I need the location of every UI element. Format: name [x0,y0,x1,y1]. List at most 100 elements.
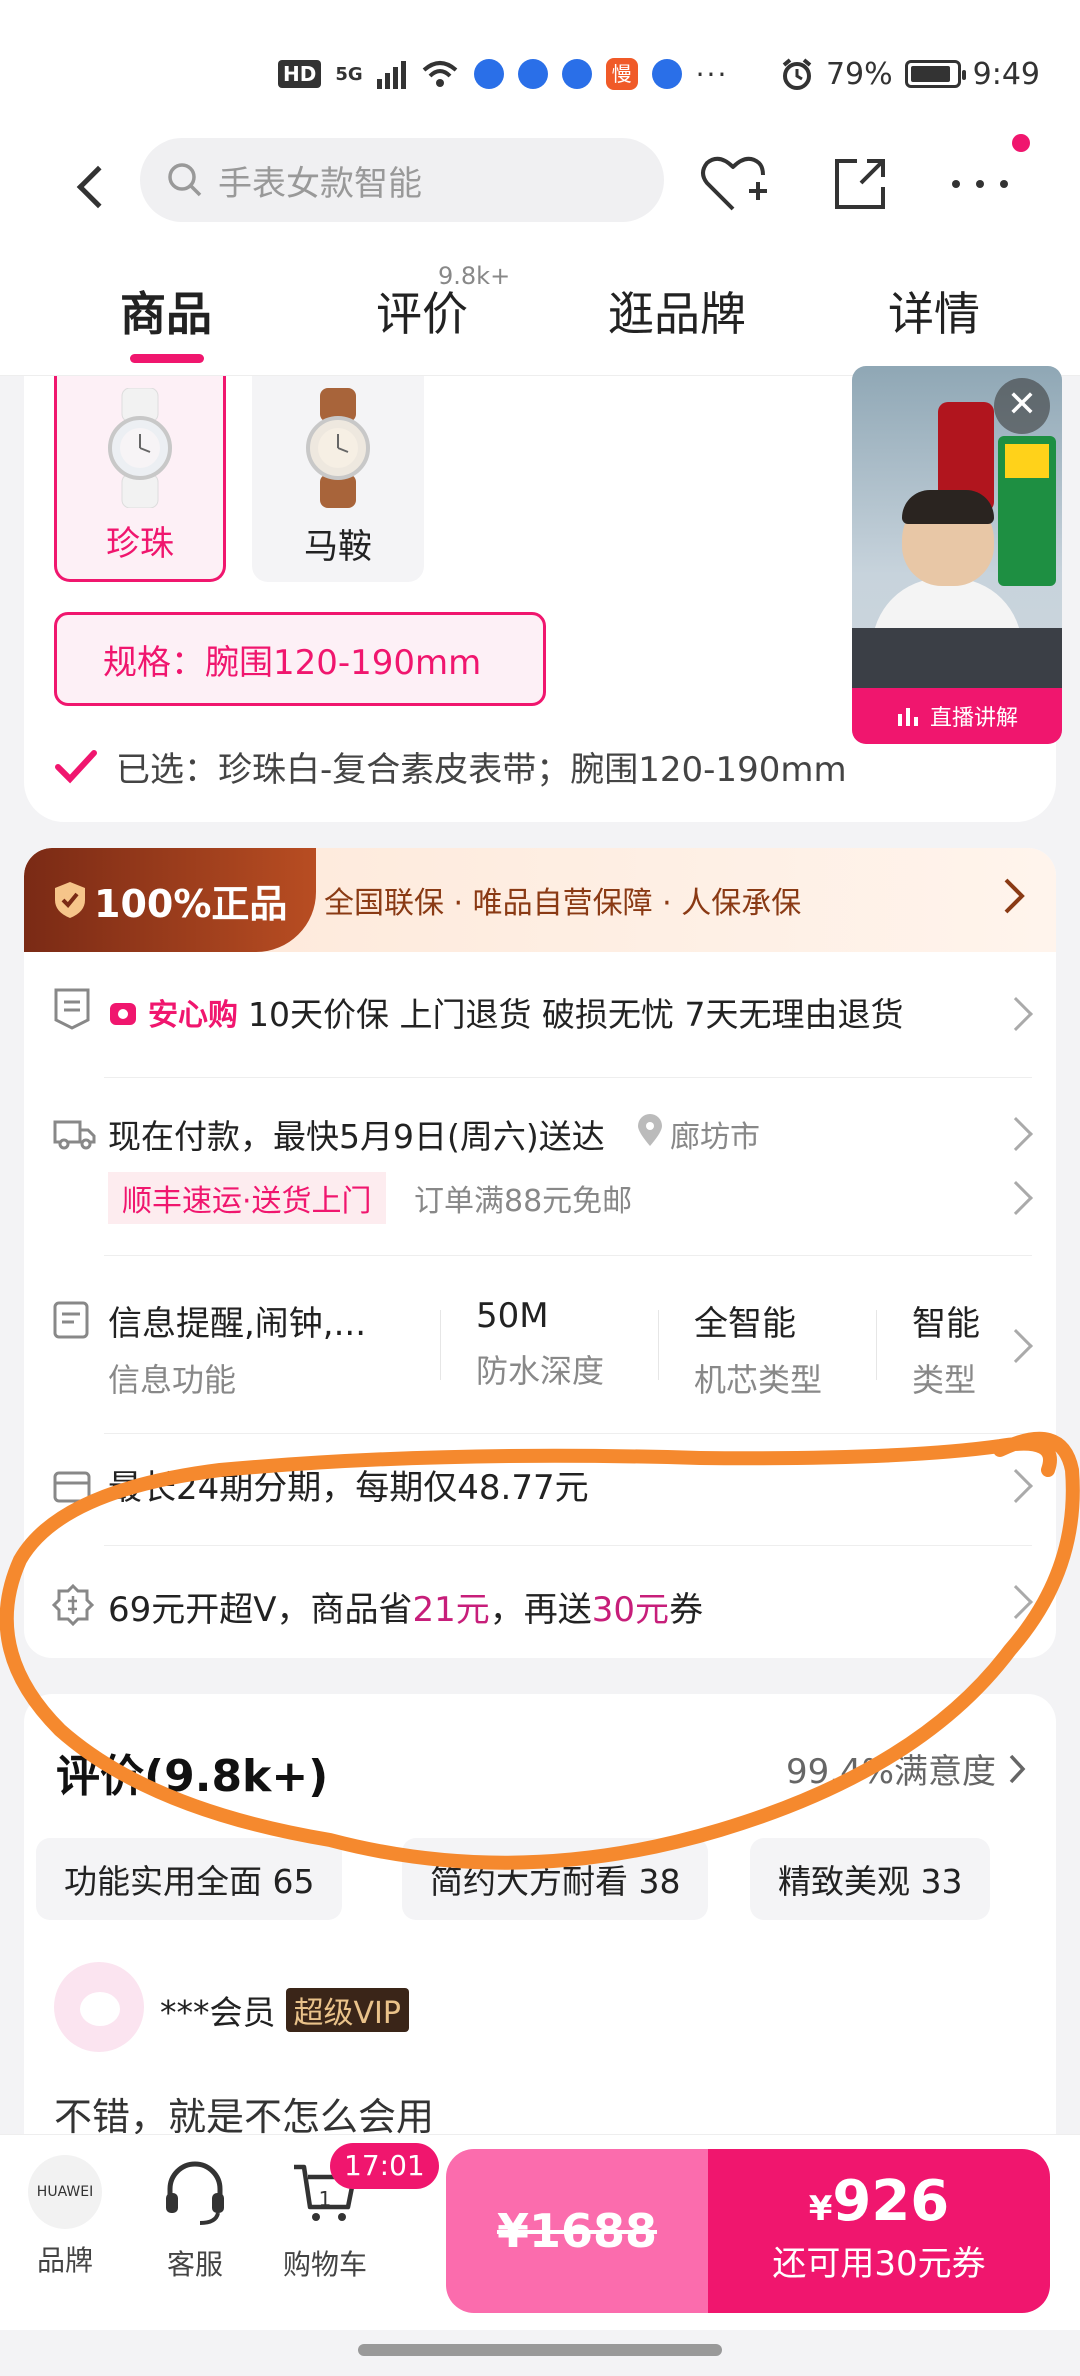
svip-suffix: 券 [669,1590,704,1630]
param-item: 信息提醒,闹钟,... 信息功能 [108,1296,366,1401]
notification-app-icon [651,59,682,89]
bottom-action-bar: HUAWEI 品牌 客服 1 购物车 17:01 ¥1688 ¥926 还可用3… [0,2134,1080,2330]
search-icon [168,163,202,197]
status-left: HD 5G 慢 ··· [278,52,728,96]
svip-save: 21元 [412,1590,490,1630]
color-option-pearl[interactable]: 珍珠 [54,376,226,582]
chevron-right-icon [999,1585,1033,1619]
cart-count: 1 [318,2187,332,2211]
chevron-right-icon [1004,878,1025,914]
back-icon [76,165,120,209]
signal-icon [376,59,406,89]
anxin-row[interactable]: 安心购 10天价保 上门退货 破损无忧 7天无理由退货 [24,952,1056,1078]
param-item: 全智能 机芯类型 [694,1296,822,1401]
tab-brand[interactable]: 逛品牌 [608,278,746,344]
review-tag[interactable]: 精致美观 33 [750,1838,991,1920]
back-button[interactable] [62,152,122,222]
share-icon [835,159,885,209]
buy-currency: ¥ [808,2189,833,2229]
headset-icon [166,2161,224,2225]
notification-app-icon [561,59,592,89]
favorite-button[interactable] [694,144,774,224]
truck-icon [53,1120,96,1150]
wifi-icon [422,61,457,87]
live-video-window[interactable]: ✕ 直播讲解 [852,366,1062,744]
watch-thumbnail [108,388,172,508]
installment-text: 最长24期分期，每期仅48.77元 [108,1468,589,1508]
cart-label: 购物车 [282,2248,367,2281]
search-input[interactable]: 手表女款智能 [218,156,422,205]
color-option-saddle[interactable]: 马鞍 [252,376,424,582]
reviews-title[interactable]: 评价(9.8k+) [56,1740,328,1804]
super-vip-row[interactable]: 69元开超V，商品省21元，再送30元券 [24,1546,1056,1658]
share-button[interactable] [820,144,900,224]
alarm-icon [782,58,812,90]
card-icon [53,1471,91,1503]
brand-button[interactable]: HUAWEI 品牌 [10,2155,120,2279]
svip-prefix: 69元开超V，商品省 [108,1590,413,1630]
param-value: 50M [476,1296,549,1336]
chevron-right-icon [999,997,1033,1031]
bars-icon [897,708,918,726]
location-pin-icon [638,1114,662,1146]
tab-bar: 商品 9.8k+ 评价 逛品牌 详情 [0,246,1080,376]
installment-row[interactable]: 最长24期分期，每期仅48.77元 [24,1434,1056,1546]
param-key: 类型 [912,1361,977,1399]
review-tag[interactable]: 简约大方耐看 38 [402,1838,709,1920]
vip-badge: 超级VIP [285,1988,409,2032]
svip-mid: ，再送 [489,1590,592,1630]
huawei-logo: HUAWEI [28,2155,102,2229]
anxin-text: 10天价保 上门退货 破损无忧 7天无理由退货 [248,995,904,1034]
battery-percent: 79% [825,56,893,92]
chevron-right-icon [999,1329,1033,1363]
product-params-row[interactable]: 信息提醒,闹钟,... 信息功能 50M 防水深度 全智能 机芯类型 智能 类型 [24,1256,1056,1434]
search-bar[interactable]: 手表女款智能 [140,138,664,222]
tab-detail[interactable]: 详情 [888,278,980,344]
selected-summary: 已选：珍珠白-复合素皮表带；腕围120-190mm [54,742,847,791]
buy-price: ¥926 [708,2169,1050,2234]
status-bar: HD 5G 慢 ··· 79% 9:49 [0,0,1080,140]
status-right: 79% 9:49 [780,52,1040,96]
size-option-chip[interactable]: 规格：腕围120-190mm [54,612,546,706]
close-icon[interactable]: ✕ [994,378,1050,434]
avatar [54,1962,144,2052]
param-key: 信息功能 [108,1361,237,1399]
check-icon [55,749,97,783]
original-price-button[interactable]: ¥1688 [446,2149,708,2313]
tab-goods[interactable]: 商品 [120,278,212,344]
review-tag[interactable]: 功能实用全面 65 [36,1838,343,1920]
tab-review[interactable]: 评价 [376,278,468,344]
original-price: ¥1688 [496,2204,658,2258]
param-key: 机芯类型 [694,1361,823,1399]
delivery-row[interactable]: 现在付款，最快5月9日(周六)送达 廊坊市 顺丰速运·送货上门 订单满88元免邮 [24,1078,1056,1256]
more-button[interactable] [940,144,1020,224]
live-promo-board [998,436,1056,586]
param-item: 50M 防水深度 [476,1296,604,1392]
clock: 9:49 [972,56,1040,92]
home-indicator[interactable] [358,2344,722,2356]
param-value: 全智能 [694,1304,796,1344]
hd-badge: HD [278,60,322,88]
anxin-brand: 安心购 [148,998,238,1033]
delivery-location[interactable]: 廊坊市 [670,1112,760,1156]
customer-service-button[interactable]: 客服 [140,2155,250,2283]
reviewer-name: ***会员 [160,1993,276,2032]
live-explain-bar[interactable]: 直播讲解 [852,688,1062,744]
param-value: 智能 [912,1304,980,1344]
authentic-label: 100%正品 [94,881,288,926]
satisfaction-text: 99.4%满意度 [785,1752,996,1792]
buy-now-button[interactable]: ¥926 还可用30元券 [708,2149,1050,2313]
more-icon [952,180,1008,188]
price-protect-icon [54,988,90,1030]
notification-app-icon [473,59,504,89]
sf-express-tag: 顺丰速运·送货上门 [108,1172,386,1224]
more-notifications-icon: ··· [695,57,729,91]
satisfaction-link[interactable]: 99.4%满意度 [786,1744,1026,1793]
guarantee-text: 全国联保 · 唯品自营保障 · 人保承保 [324,886,802,921]
guarantee-header[interactable]: 100%正品 全国联保 · 唯品自营保障 · 人保承保 [24,848,1056,952]
document-icon [53,1301,89,1339]
reviewer: ***会员 超级VIP [160,1986,409,2034]
coupon-hint: 还可用30元券 [772,2244,986,2284]
param-item: 智能 类型 [912,1296,982,1401]
free-shipping-text: 订单满88元免邮 [414,1184,633,1219]
